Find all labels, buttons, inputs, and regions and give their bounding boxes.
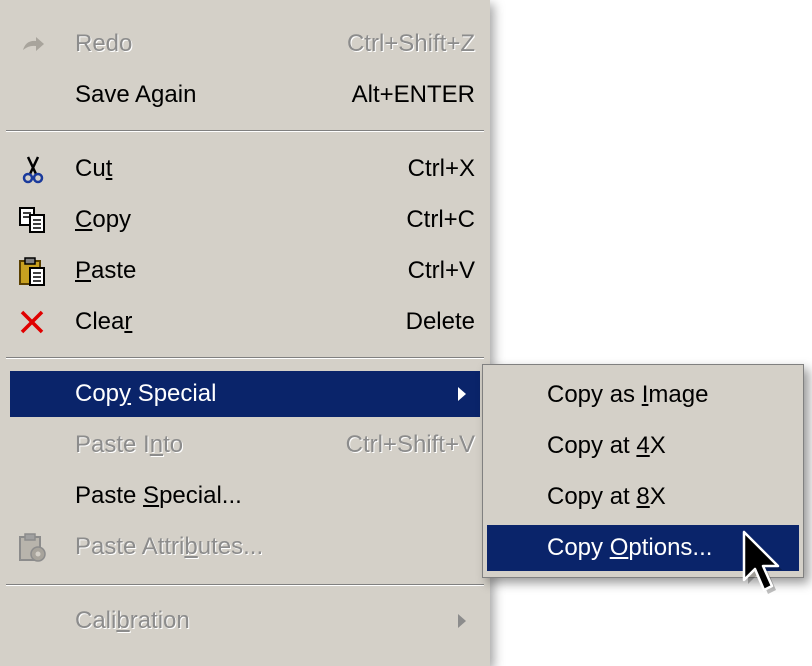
mouse-pointer-icon: [738, 528, 788, 608]
submenu-item-copy-at-8x[interactable]: Copy at 8X: [487, 474, 799, 520]
submenu-item-copy-at-4x[interactable]: Copy at 4X: [487, 423, 799, 469]
scissors-icon: [18, 155, 48, 184]
menu-item-paste[interactable]: Paste Ctrl+V: [10, 248, 480, 294]
menu-separator: [6, 357, 484, 359]
menu-item-copy[interactable]: Copy Ctrl+C: [10, 197, 480, 243]
menu-item-shortcut: Delete: [405, 308, 475, 335]
menu-item-shortcut: Ctrl+V: [407, 257, 475, 284]
menu-item-shortcut: Ctrl+C: [406, 206, 475, 233]
paste-attributes-icon: [18, 533, 48, 562]
menu-item-label: Clear: [75, 308, 133, 335]
context-menu: Redo Ctrl+Shift+Z Save Again Alt+ENTER C…: [0, 0, 490, 666]
menu-item-save-again[interactable]: Save Again Alt+ENTER: [10, 72, 480, 118]
menu-item-redo: Redo Ctrl+Shift+Z: [10, 21, 480, 67]
menu-item-cut[interactable]: Cut Ctrl+X: [10, 146, 480, 192]
clipboard-icon: [18, 257, 48, 286]
menu-item-paste-special[interactable]: Paste Special...: [10, 473, 480, 519]
menu-item-label: Save Again: [75, 81, 197, 108]
menu-separator: [6, 130, 484, 132]
submenu-item-copy-as-image[interactable]: Copy as Image: [487, 372, 799, 418]
menu-item-label: Copy Special: [75, 380, 217, 407]
menu-item-label: Paste Into: [75, 431, 184, 458]
menu-item-paste-attributes: Paste Attributes...: [10, 524, 480, 570]
submenu-item-label: Copy at 8X: [547, 483, 666, 510]
menu-item-shortcut: Ctrl+Shift+Z: [346, 30, 475, 57]
menu-item-paste-into: Paste Into Ctrl+Shift+V: [10, 422, 480, 468]
submenu-item-label: Copy at 4X: [547, 432, 666, 459]
menu-item-label: Paste Attributes...: [75, 533, 264, 560]
menu-item-shortcut: Ctrl+Shift+V: [345, 431, 475, 458]
copy-icon: [18, 206, 48, 234]
menu-item-shortcut: Ctrl+X: [407, 155, 475, 182]
submenu-arrow-icon: [458, 614, 466, 628]
submenu-arrow-icon: [458, 387, 466, 401]
menu-item-label: Paste Special...: [75, 482, 242, 509]
menu-item-copy-special[interactable]: Copy Special: [10, 371, 480, 417]
menu-separator: [6, 584, 484, 586]
menu-item-label: Calibration: [75, 607, 190, 634]
menu-item-label: Cut: [75, 155, 113, 182]
menu-item-label: Copy: [75, 206, 132, 233]
delete-x-icon: [18, 308, 48, 336]
submenu-item-label: Copy Options...: [547, 534, 713, 561]
menu-item-calibration: Calibration: [10, 598, 480, 644]
menu-item-shortcut: Alt+ENTER: [351, 81, 475, 108]
menu-item-label: Redo: [75, 30, 133, 57]
menu-item-label: Paste: [75, 257, 137, 284]
submenu-item-label: Copy as Image: [547, 381, 709, 408]
redo-icon: [18, 30, 48, 58]
menu-item-clear[interactable]: Clear Delete: [10, 299, 480, 345]
